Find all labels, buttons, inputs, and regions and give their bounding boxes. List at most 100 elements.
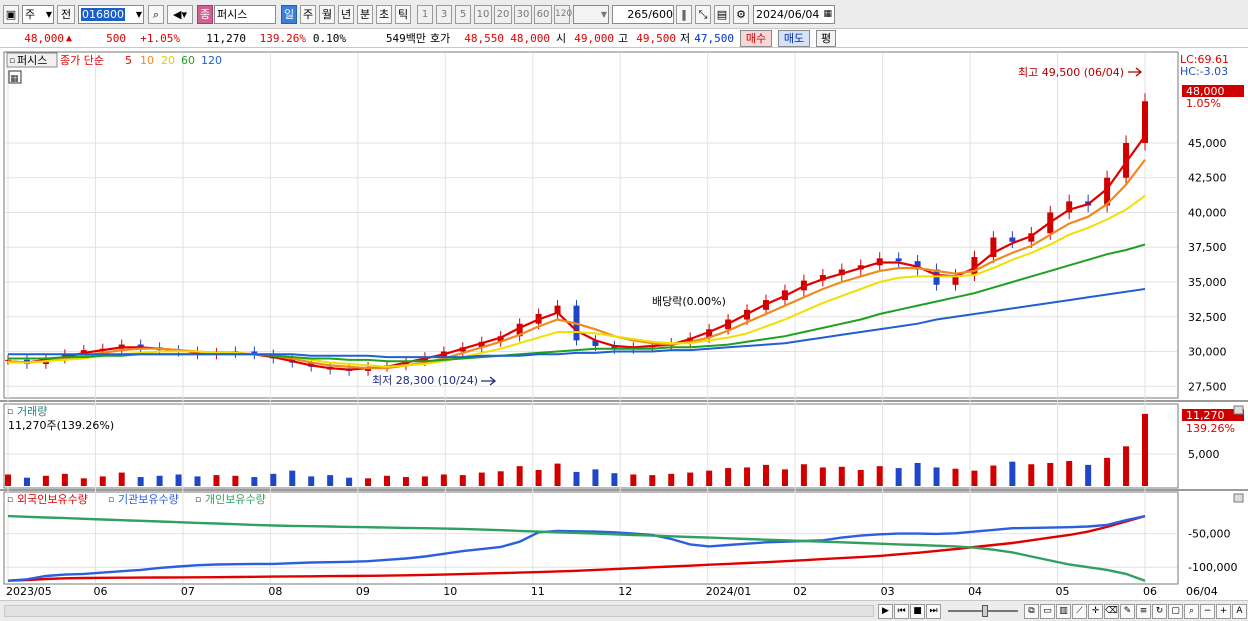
zoom-in-icon[interactable]: + — [1216, 604, 1231, 619]
ma60-legend[interactable]: 60 — [181, 54, 195, 67]
copy-icon[interactable]: ⧉ — [1024, 604, 1039, 619]
font-size-icon[interactable]: A — [1232, 604, 1247, 619]
rewind-icon[interactable]: ⏮ — [894, 604, 909, 619]
volume-bar — [819, 467, 826, 486]
period-tick-tab[interactable]: 틱 — [395, 5, 411, 24]
data-count-value: 265 — [627, 8, 649, 21]
period-year-tab[interactable]: 년 — [338, 5, 354, 24]
crosshair-icon[interactable]: ✛ — [1088, 604, 1103, 619]
volume-bar — [706, 470, 713, 486]
candle-body — [895, 258, 902, 262]
interval-button-60[interactable]: 60 — [534, 5, 552, 24]
period-type-select[interactable]: 주 ▼ — [22, 5, 54, 24]
ma-legend-label[interactable]: 종가 단순 — [60, 54, 104, 67]
ask-price: 48,550 — [464, 32, 504, 45]
close-panel-icon[interactable] — [1233, 405, 1244, 415]
stock-code-input[interactable]: 016800 ▼ — [78, 5, 144, 24]
stock-chart: 27,500 30,000 32,500 35,000 37,500 40,000 42,5… — [0, 48, 1248, 600]
scroll-right-icon[interactable]: ▶ — [878, 604, 893, 619]
evaluate-button[interactable]: 평 — [816, 30, 836, 47]
interval-custom-select[interactable]: ▼ — [573, 5, 609, 24]
stock-name-field[interactable]: 퍼시스 — [214, 5, 276, 24]
layout-icon[interactable]: ▭ — [1040, 604, 1055, 619]
close-panel-icon[interactable] — [1233, 493, 1244, 503]
volume-subtitle: 11,270주(139.26%) — [8, 419, 114, 432]
volume-bar — [5, 474, 11, 486]
open-label: 시 — [556, 32, 567, 45]
volume-bar — [1142, 413, 1148, 486]
period-month-tab[interactable]: 월 — [319, 5, 335, 24]
volume-bar — [838, 466, 845, 486]
institution-legend[interactable]: 기관보유수량 — [118, 493, 179, 506]
drawing-tool-icon[interactable]: ⤡ — [695, 5, 711, 24]
calendar-icon: ▦ — [823, 9, 832, 19]
data-count-field[interactable]: 265/600 — [612, 5, 674, 24]
volume-bar — [876, 466, 883, 486]
volume-panel-title[interactable]: 거래량 — [17, 405, 47, 418]
x-tick-label: 11 — [531, 585, 545, 598]
interval-button-10[interactable]: 10 — [474, 5, 492, 24]
eraser-icon[interactable]: ⌫ — [1104, 604, 1119, 619]
sound-icon[interactable]: ◀▾ — [167, 5, 193, 24]
volume-bar — [800, 464, 807, 486]
volume-bar — [80, 478, 87, 486]
y-tick-label: 32,500 — [1188, 311, 1227, 324]
ma5-legend[interactable]: 5 — [125, 54, 132, 67]
volume-bar — [990, 465, 997, 486]
volume-bar — [649, 475, 656, 486]
prev-button[interactable]: 전 — [57, 5, 75, 24]
panel-marker-icon: ▫ — [9, 56, 15, 66]
x-tick-label: 02 — [793, 585, 807, 598]
fibonacci-icon[interactable]: ≡ — [1136, 604, 1151, 619]
chevron-down-icon: ▼ — [45, 10, 52, 19]
candle-type-icon[interactable]: ‖ — [676, 5, 692, 24]
buy-button[interactable]: 매수 — [740, 30, 772, 47]
sell-button[interactable]: 매도 — [778, 30, 810, 47]
stop-icon[interactable]: ■ — [910, 604, 925, 619]
zoom-out-icon[interactable]: − — [1200, 604, 1215, 619]
ma20-legend[interactable]: 20 — [161, 54, 175, 67]
zoom-slider-handle[interactable] — [982, 605, 988, 617]
window-menu-icon[interactable]: ▣ — [3, 5, 19, 24]
date-input[interactable]: 2024/06/04 ▦ — [753, 5, 835, 24]
chart-area: 27,500 30,000 32,500 35,000 37,500 40,000 42,5… — [0, 48, 1248, 600]
volume-bar — [971, 470, 978, 486]
interval-button-30[interactable]: 30 — [514, 5, 532, 24]
interval-button-5[interactable]: 5 — [455, 5, 471, 24]
ma10-legend[interactable]: 10 — [140, 54, 154, 67]
foreign-legend[interactable]: 외국인보유수량 — [17, 493, 88, 506]
zoom-icon[interactable]: ⌕ — [1184, 604, 1199, 619]
gear-icon[interactable]: ⚙ — [733, 5, 749, 24]
interval-button-20[interactable]: 20 — [494, 5, 512, 24]
interval-button-3[interactable]: 3 — [436, 5, 452, 24]
period-day-tab[interactable]: 일 — [281, 5, 297, 24]
volume-bar — [781, 469, 788, 486]
search-icon[interactable]: ⌕ — [148, 5, 164, 24]
pen-icon[interactable]: ✎ — [1120, 604, 1135, 619]
ma120-legend[interactable]: 120 — [201, 54, 222, 67]
interval-button-1[interactable]: 1 — [417, 5, 433, 24]
volume-bar — [459, 475, 466, 486]
individual-legend[interactable]: 개인보유수량 — [205, 493, 266, 506]
volume-bar — [327, 475, 334, 486]
save-icon[interactable]: ▤ — [714, 5, 730, 24]
volume-bar — [668, 473, 675, 486]
split-icon[interactable]: ▥ — [1056, 604, 1071, 619]
volume-bar — [365, 478, 372, 486]
volume-bar — [61, 473, 68, 486]
y-tick-label: 42,500 — [1188, 172, 1227, 185]
high-price: 49,500 — [636, 32, 676, 45]
period-minute-tab[interactable]: 분 — [357, 5, 373, 24]
interval-button-120[interactable]: 120 — [554, 5, 572, 24]
window-icon[interactable]: ▢ — [1168, 604, 1183, 619]
volume-bar — [308, 476, 315, 486]
price-panel-title[interactable]: 퍼시스 — [17, 54, 47, 67]
trend-line-icon[interactable]: ⟋ — [1072, 604, 1087, 619]
period-second-tab[interactable]: 초 — [376, 5, 392, 24]
period-week-tab[interactable]: 주 — [300, 5, 316, 24]
refresh-icon[interactable]: ↻ — [1152, 604, 1167, 619]
fast-forward-icon[interactable]: ⏭ — [926, 604, 941, 619]
x-tick-label: 05 — [1056, 585, 1070, 598]
y-tick-label: 30,000 — [1188, 346, 1227, 359]
horizontal-scrollbar[interactable] — [4, 605, 874, 617]
